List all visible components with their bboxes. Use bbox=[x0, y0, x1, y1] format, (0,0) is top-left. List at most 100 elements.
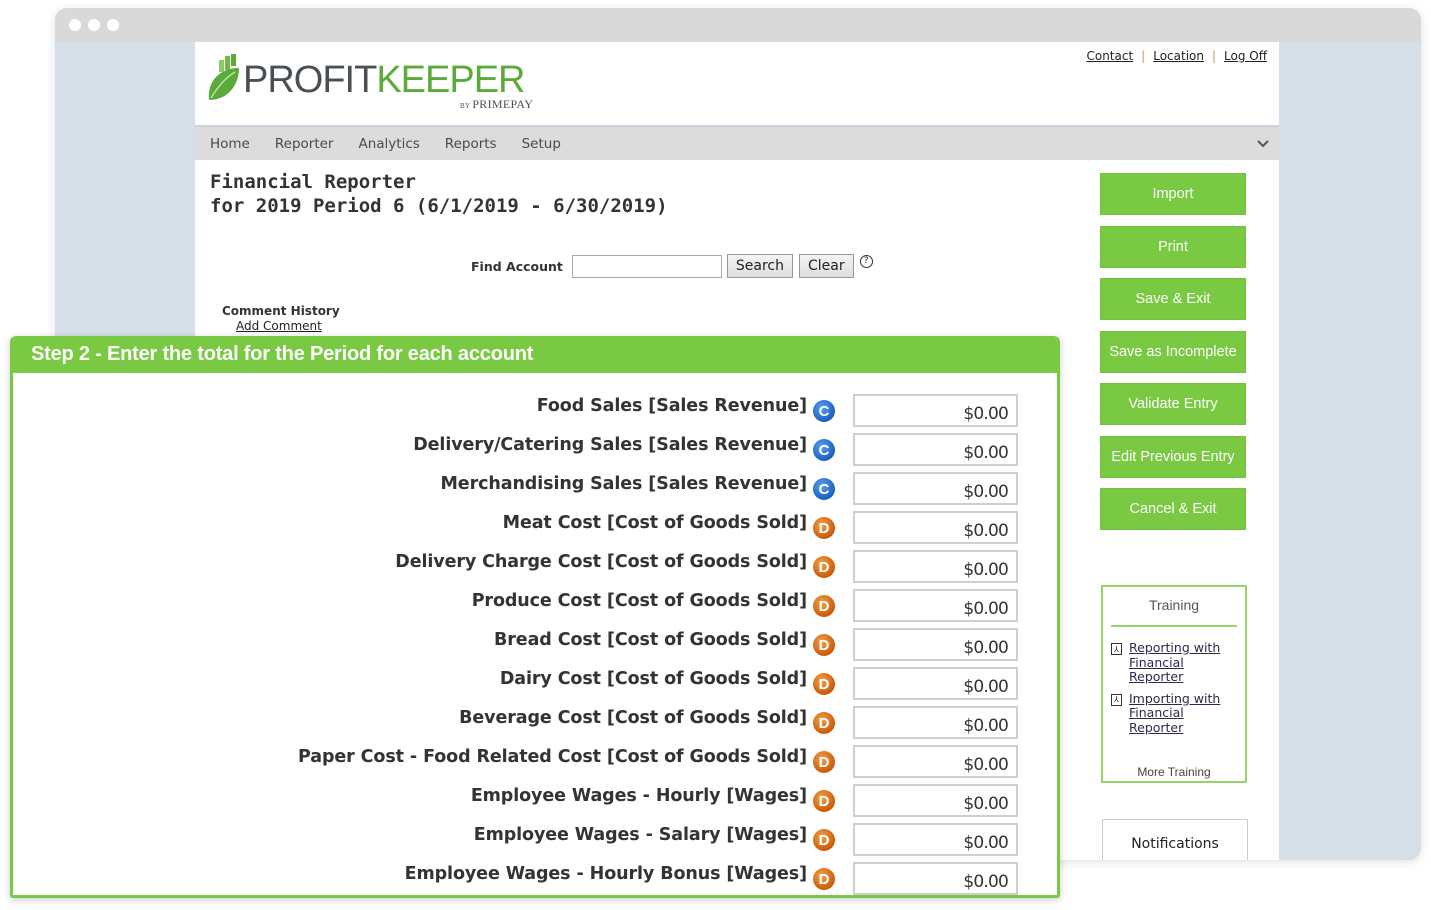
comment-history-label: Comment History bbox=[222, 304, 340, 318]
training-link-importing[interactable]: Importing with Financial Reporter bbox=[1129, 691, 1229, 736]
credit-badge-icon: C bbox=[813, 439, 835, 461]
cancel-exit-button[interactable]: Cancel & Exit bbox=[1100, 488, 1246, 530]
debit-badge-icon: D bbox=[813, 634, 835, 656]
account-row: Food Sales [Sales Revenue] C bbox=[13, 394, 1057, 433]
credit-badge-icon: C bbox=[813, 478, 835, 500]
browser-title-bar bbox=[55, 8, 1421, 42]
debit-badge-icon: D bbox=[813, 868, 835, 890]
debit-badge-icon: D bbox=[813, 595, 835, 617]
account-row: Dairy Cost [Cost of Goods Sold] D bbox=[13, 667, 1057, 706]
account-label: Delivery/Catering Sales [Sales Revenue] bbox=[413, 435, 807, 455]
import-button[interactable]: Import bbox=[1100, 173, 1246, 215]
nav-analytics[interactable]: Analytics bbox=[358, 136, 419, 152]
pdf-icon: ⅄ bbox=[1111, 693, 1122, 706]
training-panel: Training ⅄ Reporting with Financial Repo… bbox=[1101, 585, 1247, 783]
account-label: Dairy Cost [Cost of Goods Sold] bbox=[499, 669, 807, 689]
save-exit-button[interactable]: Save & Exit bbox=[1100, 278, 1246, 320]
main-nav: Home Reporter Analytics Reports Setup bbox=[195, 127, 1279, 160]
account-amount-input[interactable] bbox=[853, 433, 1018, 466]
account-row: Delivery/Catering Sales [Sales Revenue] C bbox=[13, 433, 1057, 472]
training-divider bbox=[1111, 625, 1237, 627]
account-amount-input[interactable] bbox=[853, 589, 1018, 622]
chevron-down-icon[interactable] bbox=[1257, 139, 1269, 149]
training-item: ⅄ Reporting with Financial Reporter bbox=[1111, 640, 1245, 685]
account-label: Paper Cost - Food Related Cost [Cost of … bbox=[298, 747, 807, 767]
account-label: Bread Cost [Cost of Goods Sold] bbox=[494, 630, 807, 650]
edit-previous-entry-button[interactable]: Edit Previous Entry bbox=[1100, 435, 1246, 478]
find-account-input[interactable] bbox=[571, 254, 722, 278]
search-button[interactable]: Search bbox=[726, 254, 793, 278]
account-row: Employee Wages - Hourly [Wages] D bbox=[13, 784, 1057, 823]
notifications-button[interactable]: Notifications bbox=[1102, 819, 1248, 860]
step-2-header: Step 2 - Enter the total for the Period … bbox=[13, 336, 1057, 373]
validate-entry-button[interactable]: Validate Entry bbox=[1100, 383, 1246, 425]
debit-badge-icon: D bbox=[813, 829, 835, 851]
brand-name-part1: PROFIT bbox=[243, 59, 377, 101]
account-amount-input[interactable] bbox=[853, 784, 1018, 817]
pdf-icon: ⅄ bbox=[1111, 643, 1122, 655]
account-label: Beverage Cost [Cost of Goods Sold] bbox=[459, 708, 807, 728]
add-comment-link[interactable]: Add Comment bbox=[236, 319, 322, 333]
account-amount-input[interactable] bbox=[853, 472, 1018, 505]
training-title: Training bbox=[1148, 597, 1200, 613]
brand-byline: BY PRIMEPAY bbox=[460, 97, 533, 112]
leaf-logo-icon bbox=[208, 54, 239, 100]
top-links: Contact | Location | Log Off bbox=[1086, 49, 1267, 63]
account-label: Food Sales [Sales Revenue] bbox=[536, 396, 807, 416]
training-item: ⅄ Importing with Financial Reporter bbox=[1111, 691, 1245, 736]
brand-wordmark: PROFITKEEPER bbox=[243, 59, 526, 101]
clear-button[interactable]: Clear bbox=[799, 254, 854, 278]
account-amount-input[interactable] bbox=[853, 706, 1018, 739]
account-amount-input[interactable] bbox=[853, 550, 1018, 583]
account-label: Merchandising Sales [Sales Revenue] bbox=[440, 474, 807, 494]
account-amount-input[interactable] bbox=[853, 628, 1018, 661]
byline-prefix: BY bbox=[460, 102, 471, 110]
account-amount-input[interactable] bbox=[853, 745, 1018, 778]
more-training-link[interactable]: More Training bbox=[1103, 765, 1245, 779]
debit-badge-icon: D bbox=[813, 712, 835, 734]
window-dot-icon bbox=[88, 19, 100, 31]
profitkeeper-logo[interactable]: PROFITKEEPER BY PRIMEPAY bbox=[205, 50, 545, 112]
print-button[interactable]: Print bbox=[1100, 225, 1246, 268]
account-row: Merchandising Sales [Sales Revenue] C bbox=[13, 472, 1057, 511]
account-label: Employee Wages - Hourly [Wages] bbox=[470, 786, 807, 806]
account-amount-input[interactable] bbox=[853, 511, 1018, 544]
help-icon[interactable]: ? bbox=[859, 254, 873, 268]
credit-badge-icon: C bbox=[813, 400, 835, 422]
account-row: Paper Cost - Food Related Cost [Cost of … bbox=[13, 745, 1057, 784]
step-2-panel: Step 2 - Enter the total for the Period … bbox=[10, 336, 1060, 898]
account-row: Beverage Cost [Cost of Goods Sold] D bbox=[13, 706, 1057, 745]
account-amount-input[interactable] bbox=[853, 823, 1018, 856]
window-dot-icon bbox=[107, 19, 119, 31]
page-title-line2: for 2019 Period 6 (6/1/2019 - 6/30/2019) bbox=[210, 195, 668, 217]
page-title-line1: Financial Reporter bbox=[210, 171, 416, 193]
nav-home[interactable]: Home bbox=[210, 136, 250, 152]
account-amount-input[interactable] bbox=[853, 862, 1018, 895]
save-incomplete-button[interactable]: Save as Incomplete bbox=[1100, 330, 1246, 373]
account-row: Delivery Charge Cost [Cost of Goods Sold… bbox=[13, 550, 1057, 589]
nav-reports[interactable]: Reports bbox=[445, 136, 497, 152]
link-separator: | bbox=[1211, 49, 1217, 63]
account-row: Employee Wages - Salary [Wages] D bbox=[13, 823, 1057, 862]
location-link[interactable]: Location bbox=[1153, 49, 1204, 63]
account-label: Employee Wages - Salary [Wages] bbox=[473, 825, 807, 845]
debit-badge-icon: D bbox=[813, 517, 835, 539]
account-label: Delivery Charge Cost [Cost of Goods Sold… bbox=[395, 552, 807, 572]
account-amount-input[interactable] bbox=[853, 394, 1018, 427]
account-amount-input[interactable] bbox=[853, 667, 1018, 700]
account-label: Employee Wages - Hourly Bonus [Wages] bbox=[404, 864, 807, 884]
debit-badge-icon: D bbox=[813, 673, 835, 695]
account-label: Produce Cost [Cost of Goods Sold] bbox=[471, 591, 807, 611]
account-row: Employee Wages - Hourly Bonus [Wages] D bbox=[13, 862, 1057, 895]
contact-link[interactable]: Contact bbox=[1086, 49, 1133, 63]
brand-name-part2: KEEPER bbox=[376, 59, 525, 101]
account-row: Bread Cost [Cost of Goods Sold] D bbox=[13, 628, 1057, 667]
find-account-row: Find Account Search Clear ? bbox=[471, 254, 873, 278]
find-account-label: Find Account bbox=[471, 258, 563, 274]
nav-reporter[interactable]: Reporter bbox=[275, 136, 334, 152]
action-buttons: Import Print Save & Exit Save as Incompl… bbox=[1100, 173, 1246, 541]
log-off-link[interactable]: Log Off bbox=[1224, 49, 1267, 63]
nav-setup[interactable]: Setup bbox=[522, 136, 561, 152]
training-link-reporting[interactable]: Reporting with Financial Reporter bbox=[1129, 640, 1229, 685]
app-header: PROFITKEEPER BY PRIMEPAY Contact | Location… bbox=[195, 42, 1279, 127]
